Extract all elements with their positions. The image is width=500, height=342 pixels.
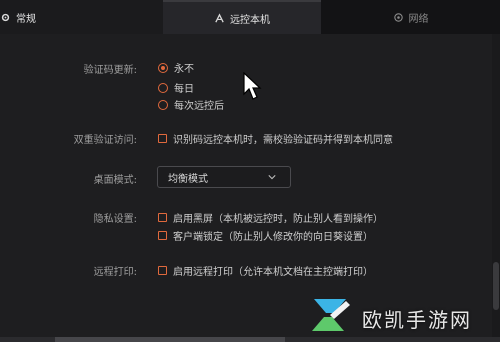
radio-after-each-remote-indicator[interactable] <box>158 99 168 110</box>
remote-print-checkbox[interactable]: 启用远程打印（允许本机文档在主控端打印） <box>158 263 373 278</box>
scrollbar-thumb[interactable] <box>493 262 499 310</box>
remote-print-label: 远程打印: <box>93 267 137 278</box>
tab-remote-label: 远控本机 <box>230 14 270 26</box>
client-lock-checkbox-box[interactable] <box>158 231 167 240</box>
radio-never-indicator[interactable] <box>158 62 168 73</box>
two-factor-checkbox[interactable]: 识别码远控本机时，需校验验证码并得到本机同意 <box>158 131 393 146</box>
verify-code-update-label: 验证码更新: <box>83 65 137 76</box>
desktop-mode-value: 均衡模式 <box>168 173 208 185</box>
horizontal-scrollbar-thumb[interactable] <box>55 337 285 342</box>
tab-network-label: 网络 <box>408 13 429 25</box>
two-factor-checkbox-box[interactable] <box>158 134 167 143</box>
network-icon <box>393 12 403 22</box>
radio-after-each-remote-label: 每次远控后 <box>174 101 224 112</box>
radio-never[interactable]: 永不 <box>158 60 194 75</box>
horizontal-scrollbar[interactable] <box>0 337 500 342</box>
radio-daily-indicator[interactable] <box>158 82 168 93</box>
radio-never-label: 永不 <box>174 64 194 75</box>
chevron-down-icon <box>268 175 276 180</box>
remote-icon <box>215 12 224 22</box>
tab-network[interactable]: 网络 <box>321 0 500 34</box>
remote-print-checkbox-box[interactable] <box>158 266 167 275</box>
blackscreen-checkbox-box[interactable] <box>158 213 167 222</box>
watermark-logo-icon <box>312 299 350 331</box>
blackscreen-checkbox[interactable]: 启用黑屏（本机被远控时，防止别人看到操作） <box>158 210 383 225</box>
gear-icon <box>1 13 10 21</box>
privacy-label: 隐私设置: <box>93 214 137 225</box>
two-factor-label: 双重验证访问: <box>73 135 137 146</box>
client-lock-checkbox[interactable]: 客户端锁定（防止别人修改你的向日葵设置） <box>158 228 373 243</box>
two-factor-checkbox-label: 识别码远控本机时，需校验验证码并得到本机同意 <box>173 135 393 146</box>
radio-daily-label: 每日 <box>174 84 194 95</box>
tab-remote-control[interactable]: 远控本机 <box>163 0 321 34</box>
tab-general[interactable]: 常规 <box>0 0 163 34</box>
vertical-scrollbar[interactable] <box>492 34 500 342</box>
tab-bar: 常规 远控本机 网络 <box>0 0 500 34</box>
tab-general-label: 常规 <box>16 13 36 25</box>
radio-after-each-remote[interactable]: 每次远控后 <box>158 97 224 112</box>
radio-daily[interactable]: 每日 <box>158 80 194 95</box>
desktop-mode-select[interactable]: 均衡模式 <box>157 166 291 188</box>
client-lock-checkbox-label: 客户端锁定（防止别人修改你的向日葵设置） <box>173 232 373 243</box>
mouse-cursor-icon <box>243 72 262 100</box>
watermark-text: 欧凯手游网 <box>362 308 472 332</box>
blackscreen-checkbox-label: 启用黑屏（本机被远控时，防止别人看到操作） <box>173 214 383 225</box>
remote-print-checkbox-label: 启用远程打印（允许本机文档在主控端打印） <box>173 267 373 278</box>
desktop-mode-label: 桌面模式: <box>93 175 137 186</box>
